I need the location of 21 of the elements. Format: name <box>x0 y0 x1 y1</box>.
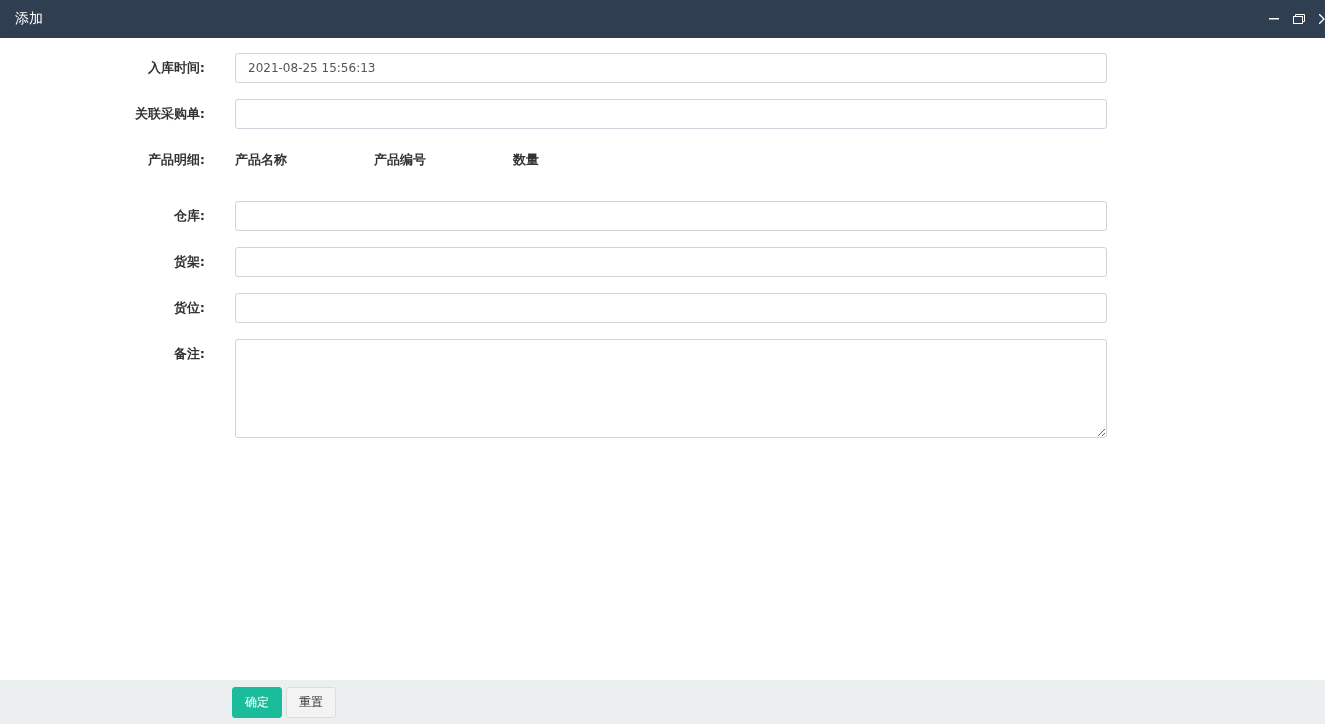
field-label: 仓库: <box>172 207 205 225</box>
field-label: 入库时间: <box>146 59 205 77</box>
minimize-icon[interactable] <box>1269 18 1279 20</box>
field-label: 关联采购单: <box>133 105 205 123</box>
field-label: 货位: <box>172 299 205 317</box>
window-title: 添加 <box>15 10 43 28</box>
column-header: 数量 <box>513 151 540 169</box>
input-field[interactable]: 2021-08-25 15:56:13 <box>235 53 1107 83</box>
input-field[interactable] <box>235 293 1107 323</box>
reset-button[interactable]: 重置 <box>286 686 336 718</box>
column-header: 产品编号 <box>374 151 427 169</box>
column-header: 产品名称 <box>235 151 288 169</box>
textarea-field[interactable] <box>235 339 1107 438</box>
close-icon[interactable] <box>1319 14 1325 24</box>
maximize-icon[interactable] <box>1293 14 1305 24</box>
field-label: 备注: <box>172 345 205 363</box>
field-label: 货架: <box>172 253 205 271</box>
input-field[interactable] <box>235 99 1107 129</box>
input-field[interactable] <box>235 247 1107 277</box>
input-field[interactable] <box>235 201 1107 231</box>
field-label: 产品明细: <box>146 151 205 169</box>
